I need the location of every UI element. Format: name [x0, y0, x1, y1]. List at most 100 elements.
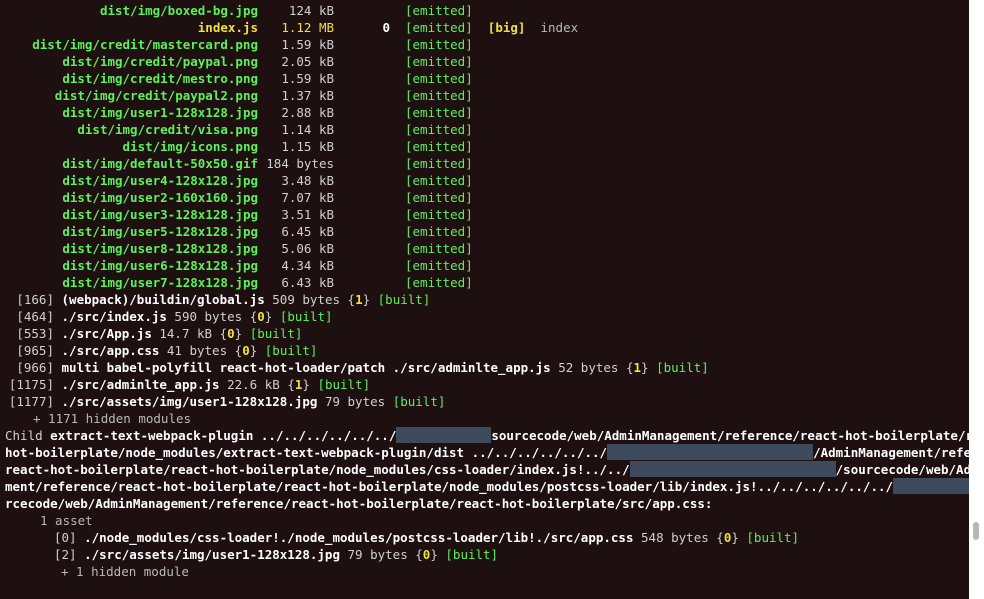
asset-size: 4.34 kB: [281, 258, 334, 273]
module-status: [built]: [279, 309, 333, 324]
asset-row: dist/img/credit/paypal.png 2.05 kB [emitte…: [5, 53, 473, 70]
chunk-brace: }: [302, 377, 310, 392]
module-status: [built]: [377, 292, 431, 307]
asset-size: 6.45 kB: [281, 224, 334, 239]
module-path: ./src/assets/img/user1-128x128.jpg: [84, 547, 340, 562]
asset-row: dist/img/user2-160x160.jpg 7.07 kB [emitte…: [5, 189, 472, 206]
hidden-modules-text: + 1171 hidden modules: [33, 411, 192, 426]
module-size: 79 bytes: [324, 394, 386, 409]
asset-name: dist/img/credit/mestro.png: [62, 71, 258, 86]
child-path-part: hot-boilerplate/node_modules/extract-tex…: [5, 445, 608, 460]
module-row: [166] (webpack)/buildin/global.js 509 by…: [5, 291, 430, 308]
child-line-2: hot-boilerplate/node_modules/extract-tex…: [5, 444, 969, 461]
module-status: [built]: [656, 360, 709, 375]
asset-name: dist/img/default-50x50.gif: [62, 156, 258, 171]
module-chunk: 1: [355, 292, 363, 307]
redacted-block: [607, 444, 814, 460]
module-size: 41 bytes: [166, 343, 228, 358]
chunk-brace: }: [430, 547, 438, 562]
child-asset-count: 1 asset: [40, 512, 93, 529]
asset-size: 1.14 kB: [281, 122, 334, 137]
asset-size: 124 kB: [288, 3, 334, 18]
child-path-part: /AdminManagement/reference/: [813, 445, 969, 460]
scrollbar-thumb[interactable]: [973, 522, 979, 540]
module-size: 590 bytes: [174, 309, 243, 324]
asset-status: [emitted]: [405, 105, 473, 120]
asset-status: [emitted]: [405, 71, 473, 86]
asset-name: dist/img/credit/visa.png: [77, 122, 258, 137]
child-path-part: extract-text-webpack-plugin ../../../../…: [50, 428, 397, 443]
module-id: [166]: [16, 292, 54, 307]
chunk-brace: }: [264, 309, 273, 324]
asset-row: dist/img/credit/visa.png 1.14 kB [emitted]: [5, 121, 473, 138]
module-id: [464]: [16, 309, 54, 324]
asset-name: dist/img/user4-128x128.jpg: [62, 173, 258, 188]
redacted-block: [893, 478, 969, 494]
asset-status: [emitted]: [405, 3, 473, 18]
asset-status: [emitted]: [405, 224, 473, 239]
asset-status: [emitted]: [405, 173, 473, 188]
terminal-output: dist/img/boxed-bg.jpg 124 kB [emitted] ind…: [0, 0, 969, 599]
child-module-row: [0] ./node_modules/css-loader!./node_mod…: [54, 529, 799, 546]
asset-chunks: 0: [382, 20, 390, 35]
chunk-brace: {: [625, 360, 634, 375]
asset-status: [emitted]: [405, 54, 473, 69]
asset-status: [emitted]: [405, 258, 473, 273]
asset-status: [emitted]: [405, 88, 473, 103]
module-path: multi babel-polyfill react-hot-loader/pa…: [61, 360, 551, 375]
asset-name: dist/img/credit/paypal2.png: [54, 88, 258, 103]
child-line-3: react-hot-boilerplate/react-hot-boilerpl…: [5, 461, 969, 478]
module-id: [966]: [16, 360, 54, 375]
child-path-part: react-hot-boilerplate/react-hot-boilerpl…: [5, 462, 630, 477]
asset-row: dist/img/user7-128x128.jpg 6.43 kB [emitte…: [5, 274, 473, 291]
asset-status: [emitted]: [405, 139, 473, 154]
asset-row: dist/img/user3-128x128.jpg 3.51 kB [emitte…: [5, 206, 472, 223]
module-chunk: 0: [242, 343, 250, 358]
hidden-modules-line: + 1171 hidden modules: [33, 410, 191, 427]
module-path: (webpack)/buildin/global.js: [61, 292, 265, 307]
asset-count-text: 1 asset: [40, 513, 93, 528]
asset-row: dist/img/icons.png 1.15 kB [emitted]: [5, 138, 473, 155]
asset-status: [emitted]: [405, 20, 473, 35]
asset-name: dist/img/user7-128x128.jpg: [62, 275, 258, 290]
redacted-block: [396, 427, 492, 443]
chunk-brace: }: [731, 530, 739, 545]
scrollbar[interactable]: [969, 0, 984, 599]
asset-row: dist/img/user6-128x128.jpg 4.34 kB [emitte…: [5, 257, 473, 274]
asset-size: 1.37 kB: [281, 88, 334, 103]
hidden-module-text: + 1 hidden module: [61, 564, 189, 579]
module-path: ./src/assets/img/user1-128x128.jpg: [61, 394, 318, 409]
chunk-brace: {: [287, 377, 295, 392]
asset-row: dist/img/user5-128x128.jpg 6.45 kB [emitte…: [5, 223, 473, 240]
module-size: 52 bytes: [558, 360, 619, 375]
asset-row: dist/img/credit/mestro.png 1.59 kB [emitte…: [5, 70, 473, 87]
asset-name: dist/img/icons.png: [122, 139, 258, 154]
module-size: 509 bytes: [272, 292, 340, 307]
asset-status: [emitted]: [405, 37, 473, 52]
module-path: ./src/app.css: [61, 343, 160, 358]
module-status: [built]: [249, 326, 303, 341]
chunk-brace: }: [249, 343, 258, 358]
module-id: [1177]: [8, 394, 54, 409]
asset-size: 2.05 kB: [281, 54, 334, 69]
module-id: [553]: [16, 326, 54, 341]
module-chunk: 0: [227, 326, 235, 341]
module-status: [built]: [317, 377, 371, 392]
chunk-brace: {: [415, 547, 423, 562]
module-status: [built]: [264, 343, 318, 358]
module-id: [0]: [54, 530, 77, 545]
asset-size: 5.06 kB: [281, 241, 334, 256]
asset-chunk-name: index: [540, 20, 579, 35]
asset-size: 1.15 kB: [281, 139, 334, 154]
asset-status: [emitted]: [405, 275, 473, 290]
module-status: [built]: [392, 394, 446, 409]
asset-size: 2.88 kB: [281, 105, 334, 120]
child-path-part: rcecode/web/AdminManagement/reference/re…: [5, 496, 713, 511]
module-row: [1177] ./src/assets/img/user1-128x128.jp…: [5, 393, 446, 410]
asset-row: dist/img/credit/mastercard.png 1.59 kB [em…: [5, 36, 473, 53]
asset-row: dist/img/default-50x50.gif 184 bytes [emit…: [5, 155, 472, 172]
asset-row: index.js 1.12 MB 0 [emitted] [big] index: [5, 19, 578, 36]
module-row: [965] ./src/app.css 41 bytes {0} [built]: [5, 342, 317, 359]
module-status: [built]: [445, 547, 499, 562]
asset-status: [emitted]: [405, 122, 473, 137]
